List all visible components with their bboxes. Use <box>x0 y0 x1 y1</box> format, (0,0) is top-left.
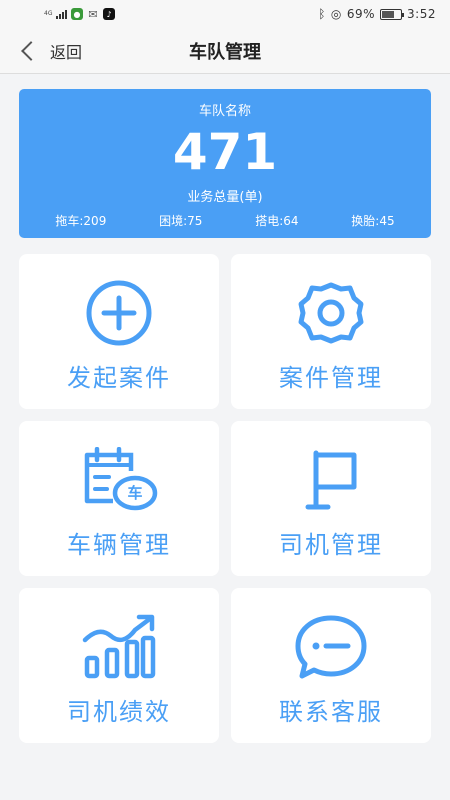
chevron-left-icon <box>21 41 41 61</box>
tile-vehicle-management[interactable]: 车 车辆管理 <box>19 421 219 576</box>
tiktok-icon: ♪ <box>103 8 115 20</box>
total-count: 471 <box>172 123 278 181</box>
flag-icon <box>291 447 371 513</box>
network-type: 4G <box>44 10 53 17</box>
tile-label: 司机管理 <box>279 531 383 559</box>
tile-label: 车辆管理 <box>67 531 171 559</box>
tile-create-case[interactable]: 发起案件 <box>19 254 219 409</box>
tile-label: 联系客服 <box>279 698 383 726</box>
battery-saver-app-icon: ● <box>71 8 83 20</box>
tile-label: 司机绩效 <box>67 698 171 726</box>
back-label: 返回 <box>50 43 83 62</box>
battery-icon <box>380 8 405 20</box>
gear-icon <box>291 280 371 346</box>
tile-label: 案件管理 <box>279 364 383 392</box>
battery-percent: 69% <box>346 7 376 21</box>
nav-header: 返回 车队管理 <box>0 28 450 74</box>
bluetooth-icon: ᛒ <box>318 7 326 21</box>
wechat-icon: ✉ <box>88 7 98 21</box>
tile-driver-management[interactable]: 司机管理 <box>231 421 431 576</box>
tile-label: 发起案件 <box>67 364 171 392</box>
tile-contact-support[interactable]: 联系客服 <box>231 588 431 743</box>
summary-card: 车队名称 471 业务总量(单) 拖车:209 困境:75 搭电:64 换胎:4… <box>19 89 431 238</box>
stat-trapped: 困境:75 <box>159 214 203 228</box>
chat-bubble-icon <box>291 614 371 680</box>
tile-case-management[interactable]: 案件管理 <box>231 254 431 409</box>
vehicle-calendar-icon: 车 <box>79 447 159 513</box>
plus-circle-icon <box>79 280 159 346</box>
back-button[interactable]: 返回 <box>18 28 82 74</box>
stats-row: 拖车:209 困境:75 搭电:64 换胎:45 <box>19 212 431 229</box>
status-bar: 4G ● ✉ ♪ ᛒ ◎ 69% 3:52 <box>0 0 450 28</box>
total-label: 业务总量(单) <box>187 190 263 205</box>
status-bar-left: 4G ● ✉ ♪ <box>44 7 115 21</box>
performance-chart-icon <box>79 614 159 680</box>
location-icon: ◎ <box>330 7 342 21</box>
signal-icon <box>56 9 67 19</box>
clock: 3:52 <box>407 7 436 21</box>
function-grid: 发起案件 案件管理 车 车辆管理 司机管理 司机绩效 联系客服 <box>19 254 431 743</box>
stat-jumpstart: 搭电:64 <box>255 214 299 228</box>
team-name: 车队名称 <box>198 104 251 119</box>
stat-tire-change: 换胎:45 <box>351 214 395 228</box>
status-bar-right: ᛒ ◎ 69% 3:52 <box>318 7 436 21</box>
stat-tow: 拖车:209 <box>55 214 107 228</box>
tile-driver-performance[interactable]: 司机绩效 <box>19 588 219 743</box>
vehicle-icon-text: 车 <box>127 484 143 502</box>
